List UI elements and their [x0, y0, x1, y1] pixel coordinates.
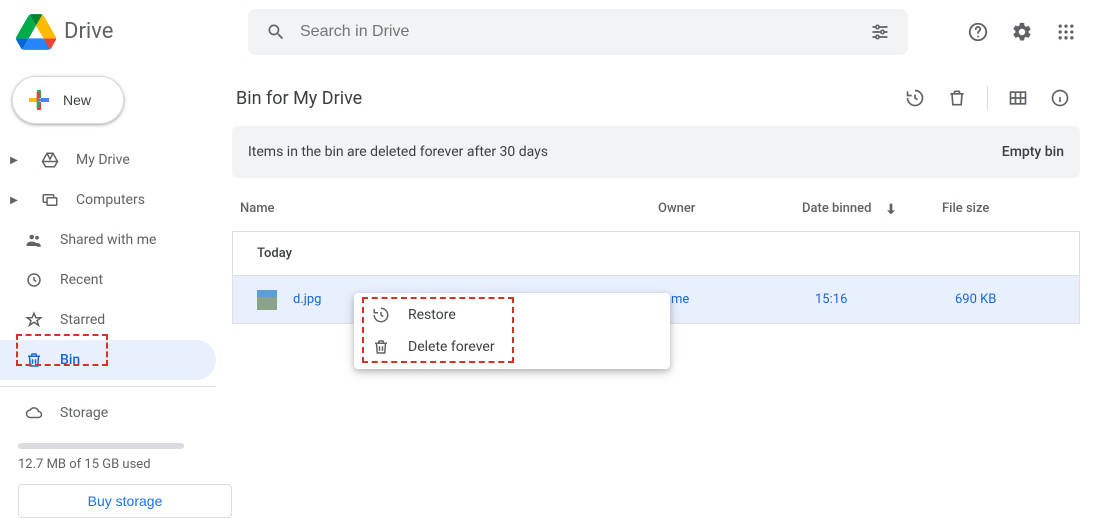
expand-icon[interactable]: ▶ — [4, 195, 24, 206]
computers-icon — [40, 191, 60, 209]
separator — [987, 86, 988, 110]
my-drive-icon — [40, 151, 60, 169]
page-title: Bin for My Drive — [236, 88, 895, 109]
storage-meter — [18, 443, 184, 449]
shared-icon — [24, 231, 44, 249]
trash-icon[interactable] — [937, 78, 977, 118]
search-icon[interactable] — [256, 12, 296, 52]
buy-storage-button[interactable]: Buy storage — [18, 484, 232, 518]
trash-icon — [372, 338, 390, 356]
menu-restore-label: Restore — [408, 307, 456, 323]
sidebar-item-shared[interactable]: Shared with me — [0, 220, 216, 260]
sidebar-item-starred[interactable]: Starred — [0, 300, 216, 340]
sidebar-item-recent[interactable]: Recent — [0, 260, 216, 300]
file-binned: 15:16 — [815, 292, 955, 307]
sidebar-item-label: Shared with me — [60, 232, 156, 248]
search-bar — [248, 9, 908, 55]
sidebar-item-label: Storage — [60, 405, 108, 421]
starred-icon — [24, 311, 44, 329]
sidebar-item-label: Computers — [76, 192, 145, 208]
sidebar: New ▶ My Drive ▶ Computers Shared with m… — [0, 64, 232, 519]
sidebar-item-label: Recent — [60, 272, 103, 288]
col-owner[interactable]: Owner — [658, 201, 802, 216]
logo-block[interactable]: Drive — [16, 12, 248, 52]
info-banner: Items in the bin are deleted forever aft… — [232, 126, 1080, 178]
col-binned-label: Date binned — [802, 201, 871, 216]
header-actions — [958, 12, 1090, 52]
grid-view-icon[interactable] — [998, 78, 1038, 118]
image-thumb-icon — [257, 290, 277, 310]
storage-icon — [24, 404, 44, 422]
context-menu: Restore Delete forever — [354, 293, 670, 369]
sort-down-icon — [883, 201, 899, 217]
title-row: Bin for My Drive — [232, 74, 1080, 122]
storage-used-text: 12.7 MB of 15 GB used — [0, 455, 232, 482]
new-button[interactable]: New — [12, 76, 124, 124]
banner-text: Items in the bin are deleted forever aft… — [248, 144, 548, 160]
sidebar-item-computers[interactable]: ▶ Computers — [0, 180, 216, 220]
col-size[interactable]: File size — [942, 201, 1062, 216]
sidebar-item-my-drive[interactable]: ▶ My Drive — [0, 140, 216, 180]
drive-logo-icon — [16, 12, 56, 52]
restore-icon — [372, 306, 390, 324]
new-button-label: New — [63, 92, 91, 108]
settings-icon[interactable] — [1002, 12, 1042, 52]
product-name: Drive — [64, 19, 113, 44]
menu-delete-forever[interactable]: Delete forever — [354, 331, 670, 363]
sidebar-item-label: My Drive — [76, 152, 130, 168]
sidebar-item-label: Starred — [60, 312, 105, 328]
app-header: Drive — [0, 0, 1098, 64]
search-options-icon[interactable] — [860, 12, 900, 52]
file-size: 690 KB — [955, 292, 1075, 307]
sidebar-item-bin[interactable]: Bin — [0, 340, 216, 380]
activity-icon[interactable] — [895, 78, 935, 118]
main-content: Bin for My Drive Items in the bin are de… — [232, 64, 1098, 519]
search-input[interactable] — [296, 23, 860, 41]
group-today: Today — [232, 232, 1080, 276]
sidebar-item-label: Bin — [60, 352, 80, 368]
expand-icon[interactable]: ▶ — [4, 155, 24, 166]
apps-icon[interactable] — [1046, 12, 1086, 52]
col-binned[interactable]: Date binned — [802, 201, 942, 217]
details-icon[interactable] — [1040, 78, 1080, 118]
plus-icon — [26, 88, 50, 112]
menu-delete-label: Delete forever — [408, 339, 495, 355]
column-headers: Name Owner Date binned File size — [232, 186, 1080, 232]
menu-restore[interactable]: Restore — [354, 299, 670, 331]
col-name[interactable]: Name — [240, 201, 658, 216]
help-icon[interactable] — [958, 12, 998, 52]
empty-bin-button[interactable]: Empty bin — [1002, 144, 1064, 160]
file-owner: me — [671, 292, 815, 307]
sidebar-item-storage[interactable]: Storage — [0, 393, 216, 433]
recent-icon — [24, 271, 44, 289]
group-label: Today — [257, 246, 292, 261]
divider — [0, 386, 216, 387]
bin-icon — [24, 351, 44, 369]
